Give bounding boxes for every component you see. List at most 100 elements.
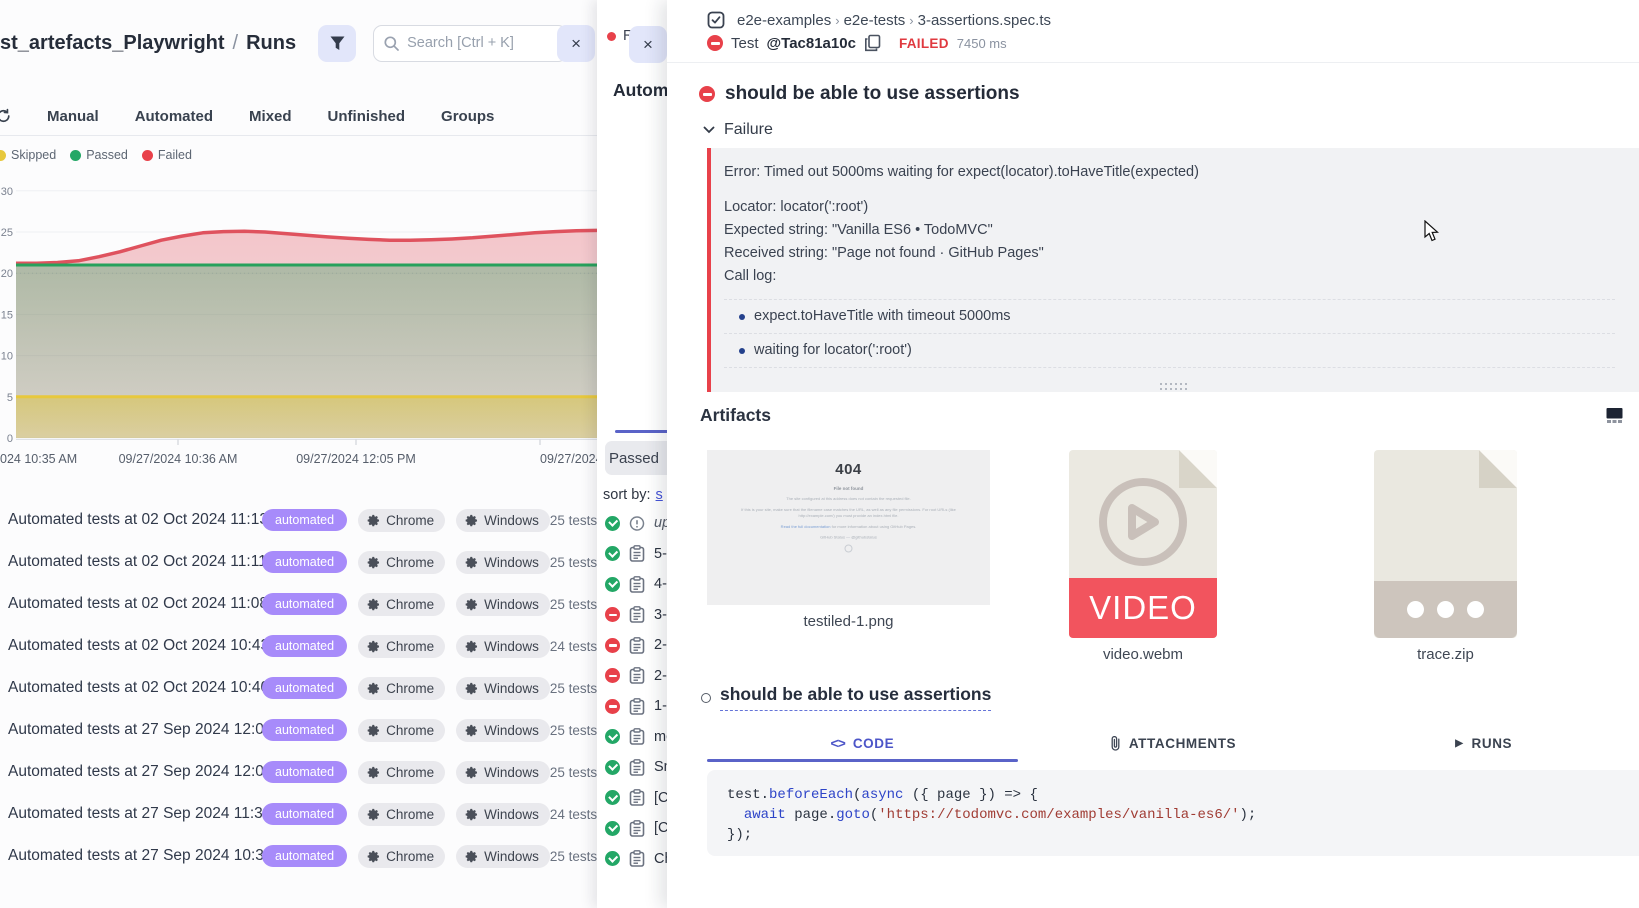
runs-tab-bar: Manual Automated Mixed Unfinished Groups <box>0 97 597 136</box>
run-list-item[interactable]: Automated tests at 27 Sep 2024 11:32 aut… <box>0 793 597 835</box>
env-chip-label: Windows <box>484 849 539 864</box>
failure-section-toggle[interactable]: Failure <box>703 121 773 139</box>
test-id-row: Test @Tac81a10c FAILED 7450 ms <box>707 34 1007 52</box>
tab-groups[interactable]: Groups <box>441 108 494 125</box>
breadcrumb-item[interactable]: e2e-examples <box>734 12 834 29</box>
legend-dot <box>70 150 81 161</box>
call-log-entry: expect.toHaveTitle with timeout 5000ms <box>724 299 1615 334</box>
test-file-item[interactable]: uplo <box>605 508 667 539</box>
x-axis-label: 024 10:35 AM <box>0 452 77 466</box>
env-chip-windows: Windows <box>456 803 550 826</box>
filter-button[interactable] <box>318 25 356 62</box>
breadcrumb-item[interactable]: e2e-tests <box>841 12 909 29</box>
tab-code[interactable]: <>CODE <box>707 728 1018 758</box>
run-test-count: 25 tests <box>550 849 597 864</box>
sort-by-link[interactable]: s <box>656 487 663 503</box>
error-call-log-list: expect.toHaveTitle with timeout 5000mswa… <box>724 299 1615 368</box>
linked-test-label: should be able to use assertions <box>720 684 991 711</box>
env-chip-label: Windows <box>484 681 539 696</box>
run-list-item[interactable]: Automated tests at 02 Oct 2024 11:08 aut… <box>0 583 597 625</box>
gear-icon <box>465 598 478 611</box>
tab-attachments[interactable]: ATTACHMENTS <box>1018 728 1329 758</box>
env-chip-label: Windows <box>484 807 539 822</box>
test-file-name: [C <box>654 820 667 836</box>
tab-runs[interactable]: ▶RUNS <box>1328 728 1639 758</box>
artifact-screenshot[interactable]: 404 File not found The site configured a… <box>707 450 990 630</box>
run-list-item[interactable]: Automated tests at 27 Sep 2024 12:03 aut… <box>0 751 597 793</box>
breadcrumb-item[interactable]: 3-assertions.spec.ts <box>915 12 1054 29</box>
legend-item[interactable]: Skipped <box>0 148 56 162</box>
run-list-item[interactable]: Automated tests at 02 Oct 2024 10:40 aut… <box>0 667 597 709</box>
status-icon <box>605 851 620 866</box>
search-input[interactable] <box>407 35 537 51</box>
env-chip-label: Windows <box>484 765 539 780</box>
tab-mixed[interactable]: Mixed <box>249 108 292 125</box>
paperclip-icon <box>1110 736 1121 751</box>
test-file-item[interactable]: Sm <box>605 752 667 783</box>
tab-manual[interactable]: Manual <box>47 108 99 125</box>
status-icon <box>605 699 620 714</box>
gear-icon <box>367 724 380 737</box>
env-chip-label: Chrome <box>386 555 434 570</box>
run-list-item[interactable]: Automated tests at 02 Oct 2024 11:13 aut… <box>0 499 597 541</box>
run-list-item[interactable]: Automated tests at 27 Sep 2024 10:35 aut… <box>0 835 597 877</box>
runs-trend-chart[interactable]: 051015202530 <box>0 170 597 450</box>
thumbnail-404-page: 404 File not found The site configured a… <box>707 450 990 553</box>
artifact-trace[interactable]: trace.zip <box>1374 450 1517 663</box>
test-file-item[interactable]: 1- <box>605 691 667 722</box>
tab-unfinished[interactable]: Unfinished <box>328 108 406 125</box>
test-file-item[interactable]: 5- <box>605 539 667 570</box>
env-chip-label: Windows <box>484 639 539 654</box>
test-file-item[interactable]: 3- <box>605 600 667 631</box>
test-file-item[interactable]: 2- <box>605 661 667 692</box>
test-file-item[interactable]: [C <box>605 813 667 844</box>
legend-dot <box>142 150 153 161</box>
screenshot-thumbnail: 404 File not found The site configured a… <box>707 450 990 605</box>
close-search-button[interactable]: × <box>557 25 595 62</box>
svg-text:25: 25 <box>1 227 13 239</box>
test-file-item[interactable]: 2- <box>605 630 667 661</box>
run-list-item[interactable]: Automated tests at 27 Sep 2024 12:07 aut… <box>0 709 597 751</box>
test-file-item[interactable]: 4- <box>605 569 667 600</box>
gallery-view-icon[interactable] <box>1606 408 1623 423</box>
run-test-count: 25 tests <box>550 723 597 738</box>
test-file-item[interactable]: Ch <box>605 844 667 875</box>
gear-icon <box>367 808 380 821</box>
legend-item[interactable]: Failed <box>142 148 192 162</box>
run-list-item[interactable]: Automated tests at 02 Oct 2024 10:43 aut… <box>0 625 597 667</box>
svg-text:15: 15 <box>1 309 13 321</box>
resize-handle[interactable] <box>1160 383 1190 390</box>
clipboard-icon <box>629 667 645 684</box>
run-title: Automated tests at 02 Oct 2024 11:11 <box>8 553 262 571</box>
failed-minus-icon <box>699 86 715 102</box>
x-axis-label: 09/27/2024 10:36 AM <box>119 452 238 466</box>
env-chip-chrome: Chrome <box>358 761 445 784</box>
copy-icon[interactable] <box>864 34 881 52</box>
close-run-detail-button[interactable]: × <box>629 26 667 63</box>
page-fold <box>1179 450 1217 488</box>
tab-automated[interactable]: Automated <box>135 108 213 125</box>
artifact-caption[interactable]: trace.zip <box>1374 646 1517 663</box>
status-icon <box>605 607 620 622</box>
gear-icon <box>465 808 478 821</box>
sync-icon[interactable] <box>0 108 11 124</box>
project-name[interactable]: st_artefacts_Playwright <box>0 32 225 54</box>
clipboard-icon <box>629 789 645 806</box>
artifact-video[interactable]: VIDEO video.webm <box>1069 450 1217 663</box>
env-chip-label: Chrome <box>386 513 434 528</box>
artifact-caption[interactable]: testiled-1.png <box>707 613 990 630</box>
test-file-item[interactable]: mo <box>605 722 667 753</box>
linked-test-title[interactable]: should be able to use assertions <box>701 684 991 711</box>
passed-filter-button[interactable]: Passed <box>605 441 667 475</box>
thumb-404-footer: GitHub Status — @githubstatus <box>707 535 990 540</box>
run-title: Automated tests at 02 Oct 2024 10:40 <box>8 679 262 697</box>
status-icon <box>605 790 620 805</box>
artifact-caption[interactable]: video.webm <box>1069 646 1217 663</box>
test-file-item[interactable]: [C <box>605 783 667 814</box>
legend-label: Passed <box>86 148 128 162</box>
error-call-log-label: Call log: <box>724 265 1615 288</box>
gear-icon <box>367 598 380 611</box>
code-snippet[interactable]: test.beforeEach(async ({ page }) => { aw… <box>707 770 1639 856</box>
run-list-item[interactable]: Automated tests at 02 Oct 2024 11:11 aut… <box>0 541 597 583</box>
legend-item[interactable]: Passed <box>70 148 128 162</box>
